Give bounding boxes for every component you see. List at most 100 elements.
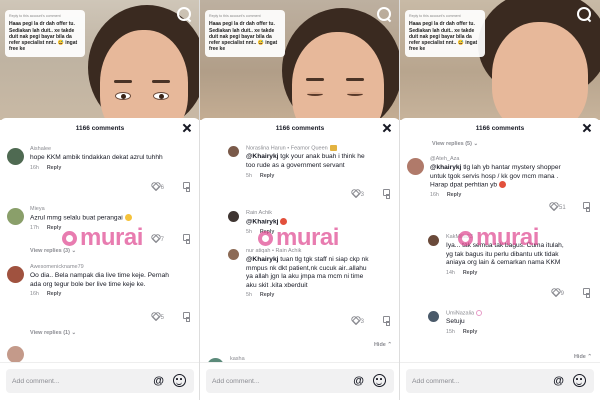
emoji-picker-icon[interactable]: [373, 374, 386, 387]
like-button[interactable]: 3: [348, 316, 368, 325]
face: [492, 22, 588, 120]
dislike-icon[interactable]: [183, 312, 191, 322]
avatar[interactable]: [407, 158, 424, 175]
comment-input-box[interactable]: @: [406, 369, 594, 393]
avatar[interactable]: [7, 346, 24, 363]
avatar[interactable]: [228, 249, 239, 260]
badge-icon: [329, 145, 337, 151]
bubble-text: Haaa pegi la dr dah offer tu. Sediakan l…: [9, 21, 78, 53]
reply-button[interactable]: Reply: [47, 165, 61, 171]
avatar[interactable]: [7, 208, 24, 225]
like-button[interactable]: 3: [348, 189, 368, 198]
comment-input[interactable]: [412, 374, 522, 388]
eye: [115, 92, 131, 100]
search-icon[interactable]: [576, 6, 592, 22]
comment-input-box[interactable]: @: [206, 369, 394, 393]
hide-replies-button[interactable]: Hide ⌃: [374, 342, 392, 348]
eye: [307, 92, 323, 96]
reply-button[interactable]: Reply: [260, 229, 274, 235]
reply-button[interactable]: Reply: [463, 329, 477, 335]
view-replies-button[interactable]: View replies (3) ⌄: [30, 248, 76, 254]
comment-username[interactable]: Rain Achik: [246, 210, 370, 217]
mention-link[interactable]: @Khairykj: [246, 153, 278, 160]
mention-icon[interactable]: @: [153, 374, 164, 388]
dislike-icon[interactable]: [583, 202, 591, 212]
avatar[interactable]: [228, 211, 239, 222]
video-background[interactable]: Reply to this account's comment Haaa peg…: [0, 0, 199, 120]
avatar[interactable]: [428, 235, 439, 246]
mention-link[interactable]: @Khairykj: [246, 218, 278, 225]
comment-username[interactable]: Mieya: [30, 206, 170, 213]
bubble-text: Haaa pegi la dr dah offer tu. Sediakan l…: [209, 21, 278, 53]
like-button[interactable]: 51: [548, 202, 568, 211]
comment-username[interactable]: Aishalee: [30, 146, 170, 153]
mention-link[interactable]: @khairykj: [430, 164, 461, 171]
comment-time: 14h: [446, 269, 455, 276]
eye: [347, 92, 363, 96]
comment-time: 17h: [30, 224, 39, 231]
reply-button[interactable]: Reply: [47, 225, 61, 231]
reply-bubble: Reply to this account's comment Haaa peg…: [5, 10, 85, 57]
dislike-icon[interactable]: [583, 288, 591, 298]
comment-input-bar: @: [200, 362, 399, 400]
dislike-icon[interactable]: [383, 189, 391, 199]
mention-icon[interactable]: @: [353, 374, 364, 388]
video-background[interactable]: Reply to this account's comment Haaa peg…: [200, 0, 399, 120]
video-background[interactable]: Reply to this account's comment Haaa peg…: [400, 0, 600, 120]
avatar[interactable]: [7, 148, 24, 165]
comment-username[interactable]: UmiNazalia: [446, 310, 474, 316]
search-icon[interactable]: [176, 6, 192, 22]
reply-button[interactable]: Reply: [260, 292, 274, 298]
avatar[interactable]: [7, 266, 24, 283]
bubble-text: Haaa pegi la dr dah offer tu. Sediakan l…: [409, 21, 478, 53]
comment-input-box[interactable]: @: [6, 369, 194, 393]
comment-time: 16h: [30, 291, 39, 298]
emoji-icon: [498, 181, 506, 189]
view-replies-button[interactable]: View replies (5) ⌄: [432, 141, 478, 147]
comments-count-title: 1166 comments: [475, 125, 525, 132]
comment-input[interactable]: [12, 374, 122, 388]
like-button[interactable]: 6: [148, 182, 168, 191]
reply-button[interactable]: Reply: [447, 192, 461, 198]
reply-button[interactable]: Reply: [260, 173, 274, 179]
comment-username[interactable]: nur atiqah • Rain Achik: [246, 248, 370, 255]
comment-text: Iya... tak semua tak bagus. Cuma itulah,…: [446, 242, 564, 267]
reply-button[interactable]: Reply: [47, 291, 61, 297]
hide-replies-button[interactable]: Hide ⌃: [574, 354, 592, 360]
comment-text: Azrul mmg selalu buat perangai: [30, 214, 123, 222]
comments-sheet: 1166 comments Aishalee hope KKM ambik ti…: [0, 118, 199, 400]
close-icon[interactable]: [382, 123, 392, 133]
comment-username[interactable]: KakMilla23: [446, 234, 570, 241]
dislike-icon[interactable]: [183, 234, 191, 244]
close-icon[interactable]: [182, 123, 192, 133]
screenshot-panel-3: Reply to this account's comment Haaa peg…: [400, 0, 600, 400]
like-button[interactable]: 5: [148, 312, 168, 321]
view-replies-button[interactable]: View replies (1) ⌄: [30, 330, 76, 336]
like-count: 51: [558, 205, 566, 211]
like-button[interactable]: 9: [548, 288, 568, 297]
emoji-picker-icon[interactable]: [573, 374, 586, 387]
avatar[interactable]: [428, 311, 439, 322]
reply-button[interactable]: Reply: [463, 270, 477, 276]
like-button[interactable]: 7: [148, 234, 168, 243]
mention-link[interactable]: @Khairykj: [246, 256, 278, 263]
eyebrow: [346, 78, 364, 81]
comment-username[interactable]: Awesomenickname79: [30, 264, 170, 271]
emoji-picker-icon[interactable]: [173, 374, 186, 387]
heart-icon: [152, 234, 159, 241]
dislike-icon[interactable]: [383, 316, 391, 326]
comment-username[interactable]: Noraslina Harun • Feamor Queen: [246, 145, 328, 151]
comments-sheet: 1166 comments Noraslina Harun • Feamor Q…: [200, 118, 399, 400]
comments-sheet: 1166 comments View replies (5) ⌄ @Ateh_A…: [400, 118, 600, 400]
comment-time: 5h: [246, 228, 252, 235]
heart-icon: [352, 316, 359, 323]
avatar[interactable]: [228, 146, 239, 157]
mention-icon[interactable]: @: [553, 374, 564, 388]
search-icon[interactable]: [376, 6, 392, 22]
comment-input[interactable]: [212, 374, 322, 388]
eyebrow: [152, 80, 170, 83]
close-icon[interactable]: [582, 123, 592, 133]
comment-username[interactable]: @Ateh_Aza: [430, 156, 570, 163]
dislike-icon[interactable]: [183, 182, 191, 192]
emoji-icon: [280, 218, 288, 225]
